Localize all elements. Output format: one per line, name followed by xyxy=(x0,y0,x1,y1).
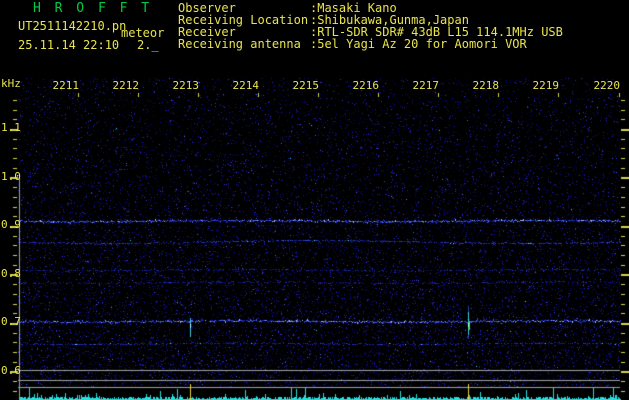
time-tick-label: 2211 xyxy=(52,79,80,92)
freq-tick-label: 1.1 xyxy=(1,121,21,134)
time-tick-label: 2212 xyxy=(112,79,140,92)
spectrogram-canvas xyxy=(0,0,629,400)
datetime-status: 25.11.14 22:10 xyxy=(18,38,120,52)
time-tick-label: 2218 xyxy=(472,79,500,92)
field-value-receiving-antenna: :5el Yagi Az 20 for Aomori VOR xyxy=(310,37,527,51)
freq-tick-label: 0.8 xyxy=(1,267,21,280)
time-tick-label: 2213 xyxy=(172,79,200,92)
freq-axis-unit: kHz xyxy=(1,77,21,90)
time-tick-label: 2214 xyxy=(232,79,260,92)
app-title: H R O F F T xyxy=(33,1,153,16)
freq-tick-label: 0.6 xyxy=(1,364,21,377)
hrofft-window: H R O F F T UT2511142210.pn meteor 25.11… xyxy=(0,0,629,400)
output-filename: UT2511142210.pn xyxy=(18,19,127,33)
time-tick-label: 2215 xyxy=(292,79,320,92)
freq-tick-label: 0.7 xyxy=(1,315,21,328)
time-tick-label: 2220 xyxy=(593,79,621,92)
time-tick-label: 2217 xyxy=(412,79,440,92)
status-count: 2._ xyxy=(137,38,159,52)
freq-tick-label: 0.9 xyxy=(1,218,21,231)
time-tick-label: 2216 xyxy=(352,79,380,92)
field-label-receiving-antenna: Receiving antenna xyxy=(178,37,301,51)
freq-tick-label: 1.0 xyxy=(1,170,21,183)
time-tick-label: 2219 xyxy=(532,79,560,92)
